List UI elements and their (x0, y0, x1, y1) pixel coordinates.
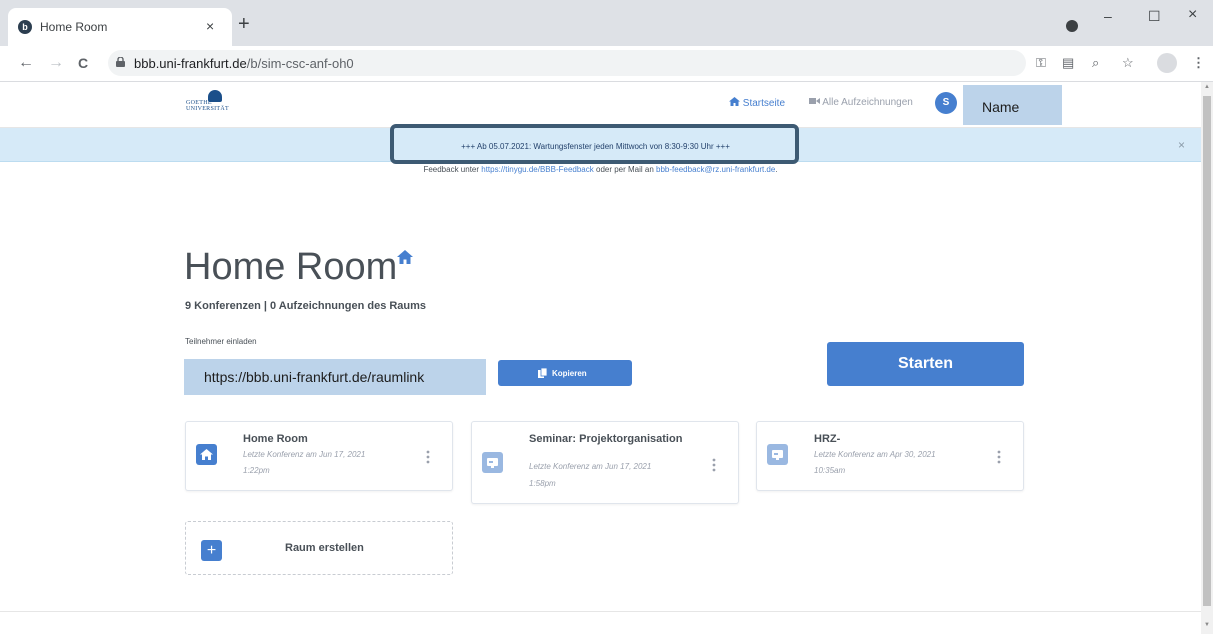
room-card-time: 1:22pm (243, 466, 270, 475)
home-icon (397, 250, 413, 264)
footer-divider (0, 611, 1201, 612)
avatar[interactable]: S (935, 92, 957, 114)
translate-icon[interactable]: ▤ (1062, 55, 1074, 71)
feedback-mail-link[interactable]: bbb-feedback@rz.uni-frankfurt.de (656, 165, 775, 174)
presentation-icon (772, 450, 783, 460)
room-card-title: Seminar: Projektorganisation (529, 433, 683, 445)
star-icon[interactable]: ☆ (1122, 55, 1134, 71)
invite-label: Teilnehmer einladen (185, 337, 257, 346)
feedback-link[interactable]: https://tinygu.de/BBB-Feedback (481, 165, 594, 174)
url-text: bbb.uni-frankfurt.de/b/sim-csc-anf-oh0 (134, 56, 354, 71)
reload-button[interactable]: C (78, 55, 88, 71)
kebab-menu-icon[interactable] (712, 458, 716, 472)
home-icon (729, 97, 740, 106)
maintenance-banner: +++ Ab 05.07.2021: Wartungsfenster jeden… (0, 124, 1201, 164)
browser-tabstrip: b Home Room × + – ☐ × (0, 0, 1213, 46)
plus-icon: + (201, 540, 222, 561)
url-host: bbb.uni-frankfurt.de (134, 56, 247, 71)
room-card-last-conference: Letzte Konferenz am Jun 17, 2021 (243, 450, 366, 459)
lock-icon (116, 57, 125, 67)
room-card-title: HRZ- (814, 433, 841, 445)
site-header: GOETHE UNIVERSITÄT Startseite Alle Aufze… (0, 82, 1213, 128)
room-stats: 9 Konferenzen | 0 Aufzeichnungen des Rau… (185, 300, 427, 312)
back-button[interactable]: ← (18, 54, 34, 72)
create-room-button[interactable]: + Raum erstellen (185, 521, 453, 575)
feedback-prefix: Feedback unter (423, 165, 482, 174)
nav-recordings-label: Alle Aufzeichnungen (822, 97, 913, 108)
room-card-icon (482, 452, 503, 473)
room-card-last-conference: Letzte Konferenz am Jun 17, 2021 (529, 462, 652, 471)
kebab-menu-icon[interactable] (426, 450, 430, 464)
page-scrollbar[interactable]: ▲ ▼ (1201, 82, 1213, 634)
room-card-title: Home Room (243, 433, 308, 445)
tab-close-icon[interactable]: × (206, 18, 214, 34)
copy-icon (538, 368, 547, 378)
banner-message: +++ Ab 05.07.2021: Wartungsfenster jeden… (461, 142, 730, 151)
address-bar[interactable]: bbb.uni-frankfurt.de/b/sim-csc-anf-oh0 (108, 50, 1026, 76)
presentation-icon (487, 458, 498, 468)
browser-tab[interactable]: b Home Room × (8, 8, 232, 46)
feedback-middle: oder per Mail an (593, 165, 657, 174)
browser-toolbar: ← → C bbb.uni-frankfurt.de/b/sim-csc-anf… (0, 46, 1213, 82)
zoom-icon[interactable]: ⌕ (1092, 55, 1099, 71)
start-button[interactable]: Starten (827, 342, 1024, 386)
room-card[interactable]: Home Room Letzte Konferenz am Jun 17, 20… (185, 421, 453, 491)
create-room-label: Raum erstellen (285, 542, 364, 554)
banner-close-icon[interactable]: × (1178, 138, 1185, 152)
room-card-time: 10:35am (814, 466, 846, 475)
window-close-button[interactable]: × (1188, 6, 1197, 24)
home-icon (200, 449, 213, 460)
invite-link-input[interactable] (184, 359, 486, 395)
new-tab-button[interactable]: + (238, 14, 250, 34)
user-name-box[interactable]: Name (963, 85, 1062, 125)
scroll-up-icon[interactable]: ▲ (1204, 84, 1210, 90)
room-card-time: 1:58pm (529, 479, 556, 488)
nav-startseite-label: Startseite (742, 98, 786, 109)
room-card[interactable]: HRZ- Letzte Konferenz am Apr 30, 2021 10… (756, 421, 1024, 491)
room-card-last-conference: Letzte Konferenz am Apr 30, 2021 (814, 450, 936, 459)
extension-icon[interactable] (1066, 20, 1078, 32)
room-card-icon (767, 444, 788, 465)
video-camera-icon (809, 98, 820, 104)
url-path: /b/sim-csc-anf-oh0 (246, 56, 354, 71)
bbb-favicon-icon: b (18, 20, 32, 34)
copy-button[interactable]: Kopieren (498, 360, 632, 386)
nav-alle-aufzeichnungen[interactable]: Alle Aufzeichnungen (809, 97, 913, 108)
key-icon[interactable]: ⚿ (1036, 55, 1046, 71)
copy-label: Kopieren (552, 369, 587, 378)
minimize-button[interactable]: – (1104, 8, 1112, 24)
logo-line-2: UNIVERSITÄT (186, 106, 229, 112)
menu-icon[interactable]: ⋮ (1192, 55, 1205, 71)
logo-text: GOETHE UNIVERSITÄT (186, 100, 229, 112)
university-logo[interactable]: GOETHE UNIVERSITÄT (186, 90, 236, 114)
page-title: Home Room (184, 246, 398, 288)
tab-title: Home Room (40, 20, 108, 34)
profile-icon[interactable] (1157, 53, 1177, 73)
kebab-menu-icon[interactable] (997, 450, 1001, 464)
feedback-line: Feedback unter https://tinygu.de/BBB-Fee… (0, 165, 1201, 174)
room-card[interactable]: Seminar: Projektorganisation Letzte Konf… (471, 421, 739, 504)
maximize-button[interactable]: ☐ (1148, 8, 1161, 25)
room-card-icon (196, 444, 217, 465)
scroll-down-icon[interactable]: ▼ (1204, 622, 1210, 628)
nav-startseite[interactable]: Startseite (729, 97, 785, 109)
scroll-thumb[interactable] (1203, 96, 1211, 606)
feedback-suffix: . (775, 165, 778, 174)
forward-button[interactable]: → (48, 54, 64, 72)
user-name: Name (982, 99, 1020, 115)
